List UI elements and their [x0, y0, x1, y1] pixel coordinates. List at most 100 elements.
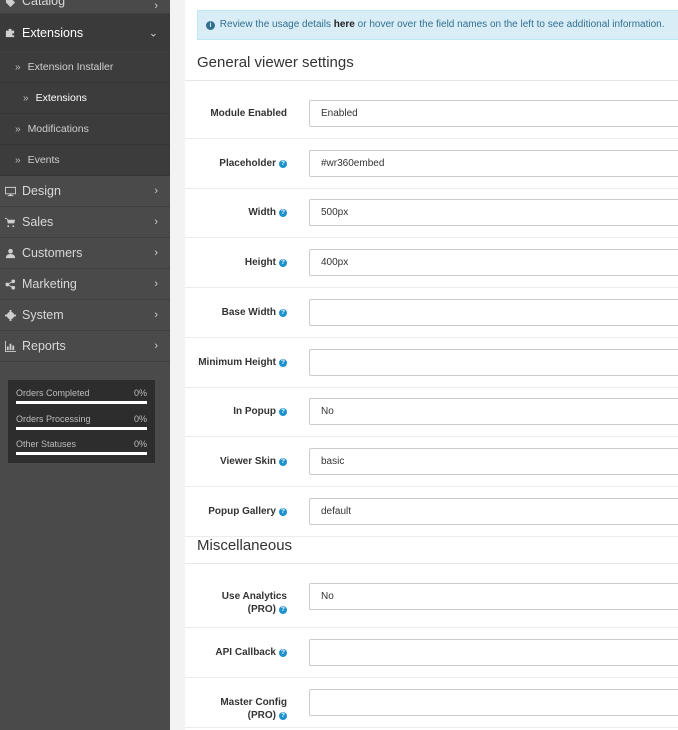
info-text-before: Review the usage details — [219, 19, 334, 30]
submenu-item-extension-installer[interactable]: » Extension Installer — [0, 52, 170, 83]
divider — [185, 563, 678, 564]
sidebar-item-marketing[interactable]: Marketing › — [0, 269, 170, 300]
bar-chart-icon — [4, 340, 16, 352]
puzzle-icon — [4, 27, 16, 39]
setting-field[interactable] — [309, 639, 678, 666]
stat-orders-processing: Orders Processing 0% — [16, 412, 147, 438]
stat-label: Orders Completed — [16, 388, 90, 398]
setting-field[interactable] — [309, 689, 678, 716]
submenu-item-events[interactable]: » Events — [0, 145, 170, 176]
form-row: Viewer Skin? basic — [185, 437, 678, 487]
stat-value: 0% — [133, 388, 147, 398]
field-label: Module Enabled — [210, 107, 287, 120]
field-label-text: Height — [244, 257, 276, 268]
field-label-text: Use Analytics — [221, 591, 287, 602]
setting-field[interactable]: basic — [309, 448, 678, 475]
section-title-misc: Miscellaneous — [197, 537, 293, 554]
help-icon[interactable]: ? — [279, 359, 287, 367]
chevron-right-icon: › — [154, 185, 158, 197]
stat-label: Orders Processing — [16, 413, 91, 424]
setting-field[interactable]: No — [309, 398, 678, 425]
setting-field[interactable]: 500px — [309, 199, 678, 226]
field-label-text: Viewer Skin — [220, 456, 276, 467]
sidebar-item-label: Design — [22, 184, 61, 198]
chevron-right-icon: › — [154, 340, 158, 352]
main-content: i Review the usage details here or hover… — [170, 0, 678, 730]
sidebar-item-system[interactable]: System › — [0, 300, 170, 331]
form-row: In Popup? No — [185, 387, 678, 437]
field-label: Base Width? — [222, 306, 287, 319]
order-stats-box: Orders Completed 0% Orders Processing 0%… — [8, 380, 155, 463]
submenu-item-extensions[interactable]: » Extensions — [0, 83, 170, 114]
help-icon[interactable]: ? — [279, 160, 287, 168]
info-text-after: or hover over the field names on the lef… — [354, 19, 665, 30]
field-label-text: Width — [248, 207, 276, 218]
section-title-general: General viewer settings — [197, 54, 354, 71]
help-icon[interactable]: ? — [279, 309, 287, 317]
help-icon[interactable]: ? — [279, 209, 287, 217]
chevron-down-icon: ⌄ — [148, 27, 158, 39]
settings-panel: i Review the usage details here or hover… — [185, 0, 678, 730]
help-icon[interactable]: ? — [279, 649, 287, 657]
setting-field[interactable]: Enabled — [309, 100, 678, 127]
help-icon[interactable]: ? — [279, 408, 287, 416]
help-icon[interactable]: ? — [279, 606, 287, 614]
tag-icon — [4, 0, 16, 8]
double-chevron-icon: » — [15, 61, 21, 73]
submenu-item-label: Events — [27, 154, 60, 166]
stat-orders-completed: Orders Completed 0% — [16, 386, 147, 412]
field-label: Placeholder? — [219, 157, 287, 170]
form-row: API Callback? — [185, 628, 678, 678]
cart-icon — [4, 216, 16, 228]
field-label: Viewer Skin? — [220, 455, 287, 468]
double-chevron-icon: » — [23, 92, 29, 104]
chevron-right-icon: › — [154, 247, 158, 259]
sidebar-item-catalog[interactable]: Catalog › — [0, 0, 170, 14]
sidebar-item-label: System — [22, 308, 64, 322]
progress-bar — [16, 426, 147, 430]
form-row: Use Analytics (PRO)? No — [185, 572, 678, 628]
extensions-submenu: » Extension Installer » Extensions » Modifi… — [0, 52, 170, 176]
sidebar-item-label: Extensions — [22, 25, 84, 40]
setting-field[interactable]: 400px — [309, 249, 678, 276]
help-icon[interactable]: ? — [279, 508, 287, 516]
info-icon: i — [206, 21, 215, 30]
field-label-text: Base Width — [221, 307, 276, 318]
setting-field[interactable]: default — [309, 498, 678, 525]
setting-field[interactable] — [309, 299, 678, 326]
sidebar-item-reports[interactable]: Reports › — [0, 331, 170, 362]
monitor-icon — [4, 185, 16, 197]
progress-bar — [16, 452, 147, 455]
double-chevron-icon: » — [15, 123, 21, 135]
help-icon[interactable]: ? — [279, 458, 287, 466]
usage-details-link[interactable]: here — [334, 19, 355, 30]
submenu-item-label: Extension Installer — [27, 61, 114, 73]
gear-icon — [4, 309, 16, 321]
field-label: Height? — [245, 256, 287, 269]
sidebar-item-design[interactable]: Design › — [0, 176, 170, 207]
help-icon[interactable]: ? — [279, 259, 287, 267]
chevron-right-icon: › — [154, 309, 158, 321]
sidebar-item-sales[interactable]: Sales › — [0, 207, 170, 238]
submenu-item-label: Extensions — [35, 92, 87, 104]
chevron-right-icon: › — [154, 0, 158, 12]
sidebar-item-extensions[interactable]: Extensions ⌄ — [0, 14, 170, 52]
chevron-right-icon: › — [154, 216, 158, 228]
help-icon[interactable]: ? — [279, 712, 287, 720]
field-label-text: Minimum Height — [198, 357, 276, 368]
setting-field[interactable]: No — [309, 583, 678, 610]
field-label-text: Popup Gallery — [208, 506, 276, 517]
stat-value: 0% — [133, 413, 147, 424]
progress-bar — [16, 401, 147, 404]
form-row: Master Config (PRO)? — [185, 678, 678, 728]
info-alert: i Review the usage details here or hover… — [197, 10, 678, 40]
setting-field[interactable] — [309, 349, 678, 376]
form-row: Minimum Height? — [185, 338, 678, 388]
setting-field[interactable]: #wr360embed — [309, 150, 678, 177]
field-label-text: Placeholder — [219, 158, 276, 169]
submenu-item-modifications[interactable]: » Modifications — [0, 114, 170, 145]
field-label-text: In Popup — [233, 406, 276, 417]
form-row: Base Width? — [185, 288, 678, 338]
stat-label: Other Statuses — [16, 439, 77, 449]
sidebar-item-customers[interactable]: Customers › — [0, 238, 170, 269]
